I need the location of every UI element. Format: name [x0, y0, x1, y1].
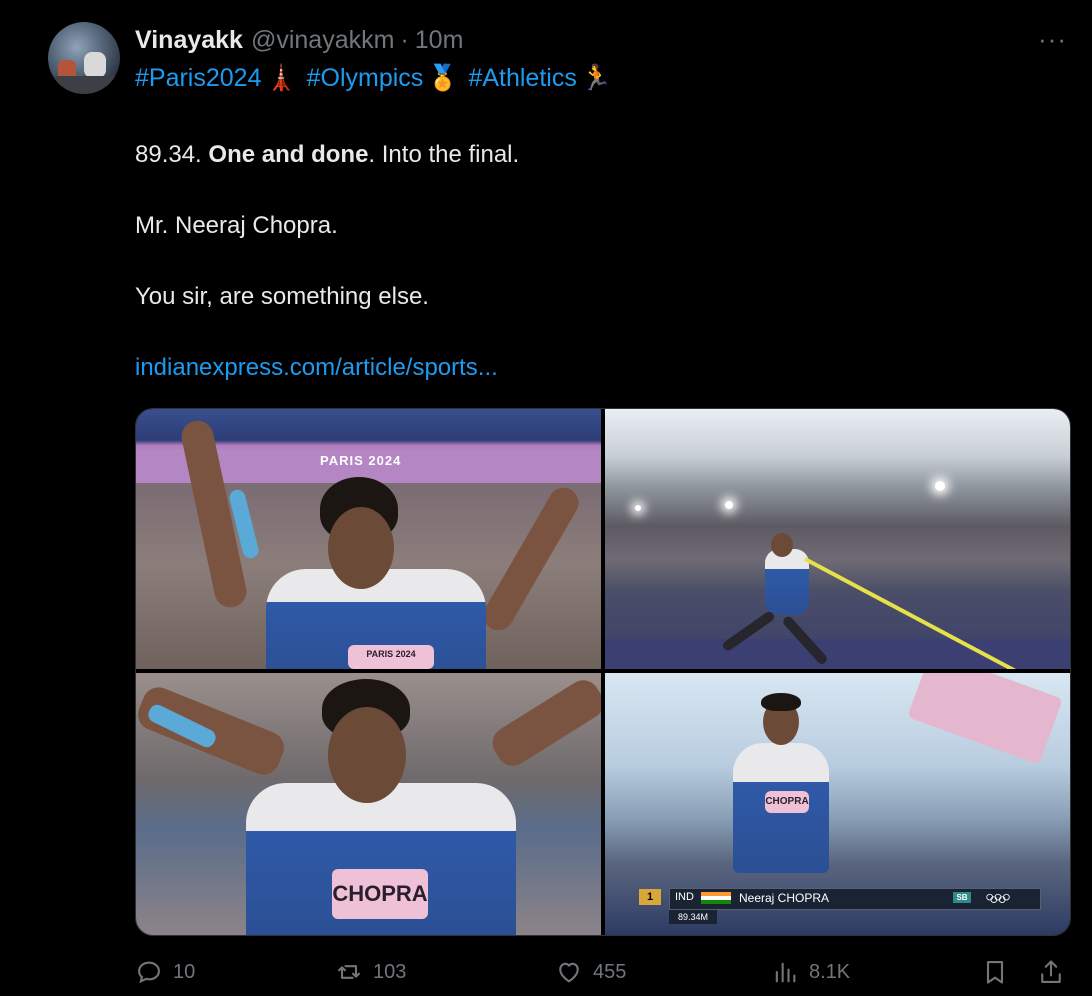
hashtag-athletics[interactable]: #Athletics: [468, 64, 576, 93]
repost-icon: [338, 965, 360, 979]
photo-low-angle[interactable]: CHOPRA 1 IND Neeraj CHOPRA SB 89.34M: [605, 673, 1070, 935]
more-options-icon[interactable]: ···: [1038, 24, 1067, 55]
olympic-rings-icon: [986, 893, 1010, 903]
share-button[interactable]: [1037, 958, 1065, 986]
post-number: 89.34.: [135, 141, 202, 168]
separator-dot: ·: [400, 26, 409, 54]
eiffel-tower-icon: 🗼: [265, 64, 297, 92]
photo-celebration-2[interactable]: CHOPRA: [136, 673, 601, 935]
media-grid[interactable]: PARIS 2024 PARIS 2024 CHOPRA CHOPRA 1 IN…: [135, 408, 1071, 936]
like-button[interactable]: 455: [555, 958, 626, 986]
india-flag-icon: [701, 892, 731, 904]
athlete-head: [771, 533, 793, 557]
athlete-hair: [761, 693, 801, 711]
hashtag-paris2024[interactable]: #Paris2024: [135, 64, 261, 93]
athlete-arm: [486, 674, 601, 772]
timestamp[interactable]: 10m: [415, 26, 464, 55]
repost-count: 103: [373, 960, 407, 983]
views-button[interactable]: 8.1K: [771, 958, 850, 986]
athlete-face: [328, 507, 394, 589]
share-icon: [1041, 960, 1061, 983]
tweet-card: Vinayakk @vinayakkm · 10m ··· #Paris2024…: [0, 0, 1092, 996]
bookmark-button[interactable]: [981, 958, 1009, 986]
heart-icon: [559, 962, 579, 983]
article-link[interactable]: indianexpress.com/article/sports...: [135, 354, 498, 382]
views-icon: [775, 962, 796, 983]
race-bib: CHOPRA: [332, 869, 428, 919]
athlete-arm: [478, 482, 584, 636]
post-bold-phrase: One and done: [208, 141, 369, 168]
athlete-face: [328, 707, 406, 803]
avatar-figure: [84, 52, 106, 78]
broadcast-graphic: 1 IND Neeraj CHOPRA SB 89.34M: [605, 885, 1070, 935]
banner-text: PARIS 2024: [320, 453, 402, 468]
hashtag-olympics[interactable]: #Olympics: [307, 64, 424, 93]
avatar[interactable]: [48, 22, 120, 94]
post-line-3: You sir, are something else.: [135, 283, 429, 310]
rank-badge: 1: [639, 889, 661, 905]
throw-mark: 89.34M: [669, 910, 717, 924]
country-code: IND: [675, 891, 694, 903]
like-count: 455: [593, 960, 627, 983]
reply-button[interactable]: 10: [135, 958, 195, 986]
author-handle[interactable]: @vinayakkm: [251, 26, 394, 55]
hashtag-row: #Paris2024 🗼 #Olympics 🏅 #Athletics 🏃: [135, 64, 622, 93]
author-name[interactable]: Vinayakk: [135, 26, 243, 55]
reply-icon: [138, 961, 160, 984]
avatar-table: [48, 76, 120, 94]
race-bib: PARIS 2024: [348, 645, 434, 669]
stadium-light: [725, 501, 733, 509]
photo-javelin-throw[interactable]: [605, 409, 1070, 669]
photo-celebration-1[interactable]: PARIS 2024 PARIS 2024: [136, 409, 601, 669]
views-count: 8.1K: [809, 960, 851, 983]
repost-button[interactable]: 103: [335, 958, 406, 986]
season-best-badge: SB: [953, 892, 971, 903]
reply-count: 10: [173, 960, 196, 983]
stadium-light: [635, 505, 641, 511]
race-bib: CHOPRA: [765, 791, 809, 813]
camera-housing: [907, 673, 1063, 765]
runner-icon: 🏃: [580, 64, 612, 92]
bookmark-icon: [986, 961, 1004, 984]
athlete-name: Neeraj CHOPRA: [739, 891, 830, 905]
post-line-1-rest: . Into the final.: [368, 141, 520, 168]
action-bar: 10 103 455 8.1K: [135, 958, 1069, 988]
athlete-body: [765, 549, 809, 615]
laurel-wreath-icon: 🏅: [427, 64, 459, 92]
post-line-2: Mr. Neeraj Chopra.: [135, 212, 338, 239]
post-line-1: 89.34. One and done. Into the final.: [135, 141, 519, 169]
tweet-header: Vinayakk @vinayakkm · 10m: [135, 26, 463, 55]
stadium-light: [935, 481, 945, 491]
